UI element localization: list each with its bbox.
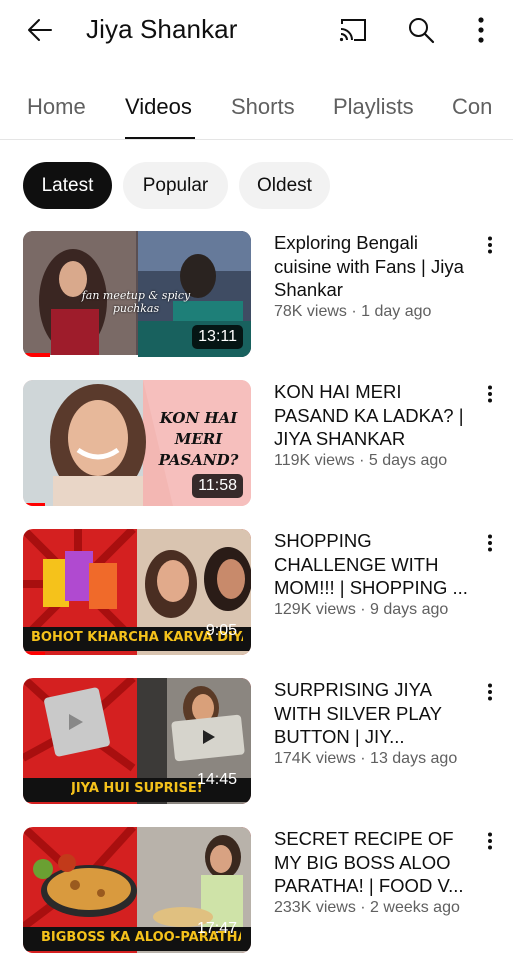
video-duration: 13:11 [192,325,243,349]
thumbnail-caption: KON HAI MERI PASAND? [158,409,239,469]
video-menu-button[interactable] [478,382,502,406]
video-stats: 129K views · 9 days ago [274,600,449,618]
channel-title: Jiya Shankar [86,14,238,44]
tab-videos[interactable]: Videos [125,94,192,120]
more-vert-icon [488,832,492,850]
video-stats: 233K views · 2 weeks ago [274,898,460,916]
video-item[interactable]: JIYA HUI SUPRISE! 14:45 SURPRISING JIYA … [0,678,513,806]
tab-playlists[interactable]: Playlists [333,94,414,120]
video-duration: 14:45 [196,771,237,788]
more-options-button[interactable] [462,11,500,49]
video-duration: 17:47 [196,920,237,937]
watch-progress-bar [23,353,50,357]
video-title[interactable]: KON HAI MERI PASAND KA LADKA? | JIYA SHA… [274,380,474,451]
video-meta[interactable]: SHOPPING CHALLENGE WITH MOM!!! | SHOPPIN… [274,529,474,619]
video-item[interactable]: KON HAI MERI PASAND? 11:58 KON HAI MERI … [0,380,513,508]
video-thumbnail[interactable]: BOHOT KHARCHA KARVA DIYA 9:05 [23,529,251,655]
more-vert-icon [488,683,492,701]
channel-header: Jiya Shankar [0,0,513,62]
video-thumbnail[interactable]: BIGBOSS KA ALOO-PARATHA 17:47 [23,827,251,953]
arrow-left-icon [28,19,52,41]
search-icon [409,18,435,44]
video-title[interactable]: Exploring Bengali cuisine with Fans | Ji… [274,231,474,302]
video-duration: 11:58 [192,474,243,498]
video-item[interactable]: fan meetup & spicy puchkas 13:11 Explori… [0,231,513,359]
thumbnail-caption: fan meetup & spicy puchkas [81,289,191,315]
more-vert-icon [488,236,492,254]
video-meta[interactable]: Exploring Bengali cuisine with Fans | Ji… [274,231,474,321]
chip-oldest[interactable]: Oldest [239,162,330,209]
tab-home[interactable]: Home [27,94,86,120]
video-meta[interactable]: SURPRISING JIYA WITH SILVER PLAY BUTTON … [274,678,474,768]
video-stats: 119K views · 5 days ago [274,451,448,469]
video-stats: 78K views · 1 day ago [274,302,432,320]
video-title[interactable]: SHOPPING CHALLENGE WITH MOM!!! | SHOPPIN… [274,529,474,600]
video-title[interactable]: SECRET RECIPE OF MY BIG BOSS ALOO PARATH… [274,827,474,898]
video-menu-button[interactable] [478,680,502,704]
tab-community[interactable]: Con [452,94,492,120]
video-thumbnail[interactable]: fan meetup & spicy puchkas 13:11 [23,231,251,357]
chip-popular[interactable]: Popular [123,162,228,209]
cast-icon [339,19,366,42]
video-item[interactable]: BOHOT KHARCHA KARVA DIYA 9:05 SHOPPING C… [0,529,513,657]
chip-latest[interactable]: Latest [23,162,112,209]
video-meta[interactable]: SECRET RECIPE OF MY BIG BOSS ALOO PARATH… [274,827,474,917]
more-vert-icon [488,385,492,403]
video-menu-button[interactable] [478,829,502,853]
video-duration: 9:05 [205,622,237,639]
cast-button[interactable] [334,11,372,49]
more-vert-icon [488,534,492,552]
video-title[interactable]: SURPRISING JIYA WITH SILVER PLAY BUTTON … [274,678,474,749]
search-button[interactable] [402,11,440,49]
video-meta[interactable]: KON HAI MERI PASAND KA LADKA? | JIYA SHA… [274,380,474,470]
tab-shorts[interactable]: Shorts [231,94,295,120]
back-button[interactable] [22,12,58,48]
video-stats: 174K views · 13 days ago [274,749,458,767]
more-vert-icon [478,17,484,43]
active-tab-indicator [125,137,195,139]
video-item[interactable]: BIGBOSS KA ALOO-PARATHA 17:47 SECRET REC… [0,827,513,955]
video-thumbnail[interactable]: JIYA HUI SUPRISE! 14:45 [23,678,251,804]
video-thumbnail[interactable]: KON HAI MERI PASAND? 11:58 [23,380,251,506]
channel-tabs: Home Videos Shorts Playlists Con [0,78,513,140]
video-menu-button[interactable] [478,233,502,257]
sort-chips: Latest Popular Oldest [0,162,513,210]
video-menu-button[interactable] [478,531,502,555]
